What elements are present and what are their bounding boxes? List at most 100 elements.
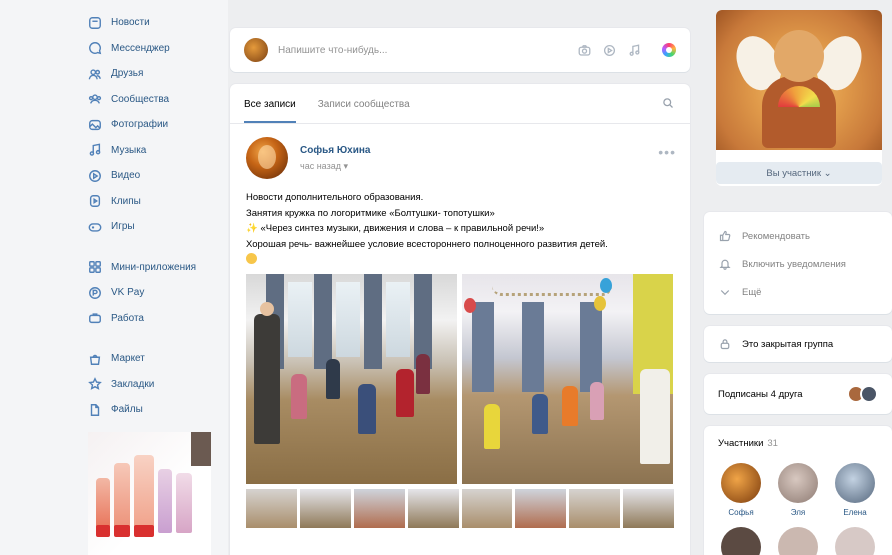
avatar [778, 463, 818, 503]
members-row [718, 527, 878, 555]
sidebar-item-bookmarks[interactable]: Закладки [88, 372, 223, 398]
stories-ring-icon[interactable] [662, 43, 676, 57]
friends-avatars [847, 385, 878, 403]
sidebar-item-video[interactable]: Видео [88, 163, 223, 189]
friends-subscribed[interactable]: Подписаны 4 друга [704, 374, 892, 414]
photo-thumbnail[interactable] [246, 488, 297, 528]
user-avatar[interactable] [244, 38, 268, 62]
group-cover-image[interactable] [716, 10, 882, 150]
sidebar-item-vk-pay[interactable]: VK Pay [88, 280, 223, 306]
sidebar-item-label: Мини-приложения [111, 261, 197, 273]
member-name: Эля [790, 508, 806, 517]
photo-detail [492, 286, 612, 296]
sidebar-item-work[interactable]: Работа [88, 306, 223, 332]
ad-product-image [134, 455, 154, 533]
search-icon[interactable] [662, 97, 674, 112]
member-item[interactable]: Елена [832, 463, 878, 517]
sidebar-item-clips[interactable]: Клипы [88, 189, 223, 215]
sidebar-item-label: Фотографии [111, 119, 169, 131]
post-composer: Напишите что-нибудь... [230, 28, 690, 72]
avatar[interactable] [778, 527, 818, 555]
sidebar-item-friends[interactable]: Друзья [88, 61, 223, 87]
group-actions: Рекомендовать Включить уведомления Ещё [704, 212, 892, 314]
sidebar-item-music[interactable]: Музыка [88, 138, 223, 164]
sidebar-item-label: Маркет [111, 353, 145, 365]
photo-thumbnails [246, 488, 674, 528]
photo-detail [464, 297, 476, 313]
sidebar-item-news[interactable]: Новости [88, 10, 223, 36]
photo-thumbnail[interactable] [299, 488, 351, 528]
sidebar-item-label: Клипы [111, 195, 141, 207]
sidebar-item-games[interactable]: Игры [88, 214, 223, 240]
ad-product-cap [96, 525, 110, 537]
avatar [860, 385, 878, 403]
work-icon [88, 311, 102, 325]
camera-icon[interactable] [577, 43, 591, 57]
photo-thumbnail[interactable] [515, 488, 567, 528]
photo-thumbnail[interactable] [353, 488, 405, 528]
members-row: Софья Эля Елена [718, 463, 878, 517]
wall-post: Софья Юхина час назад ▾ ••• Новости допо… [230, 124, 690, 528]
avatar [721, 463, 761, 503]
friends-subscribed-label: Подписаны 4 друга [718, 388, 803, 400]
lock-icon [718, 338, 732, 350]
avatar[interactable] [721, 527, 761, 555]
games-icon [88, 220, 102, 234]
post-text-line: «Через синтез музыки, движения и слова –… [260, 223, 545, 234]
sidebar-item-label: Игры [111, 221, 135, 233]
music-icon[interactable] [627, 43, 641, 57]
members-title: Участники [718, 438, 764, 449]
notifications-action[interactable]: Включить уведомления [718, 250, 878, 278]
ad-product-image [114, 463, 130, 533]
member-name: Елена [843, 508, 867, 517]
photo-thumbnail[interactable] [623, 488, 674, 528]
sidebar-item-label: Файлы [111, 404, 143, 416]
chevron-down-icon [718, 286, 732, 298]
member-status-button[interactable]: Вы участник ⌄ [716, 162, 882, 184]
sidebar-item-market[interactable]: Маркет [88, 346, 223, 372]
member-item[interactable]: Эля [775, 463, 821, 517]
photo-person [254, 313, 280, 444]
members-header[interactable]: Участники 31 [718, 438, 878, 449]
ad-product-image [176, 473, 192, 533]
avatar[interactable] [835, 527, 875, 555]
members-block: Участники 31 Софья Эля Елена [704, 426, 892, 555]
tab-community-posts[interactable]: Записи сообщества [318, 99, 410, 123]
tab-all-posts[interactable]: Все записи [244, 99, 296, 123]
post-time[interactable]: час назад ▾ [300, 161, 370, 172]
bookmarks-icon [88, 377, 102, 391]
post-photo[interactable] [246, 273, 457, 484]
composer-input[interactable]: Напишите что-нибудь... [278, 45, 577, 56]
photo-person [260, 301, 274, 316]
photo-person [562, 385, 578, 426]
sidebar-item-photos[interactable]: Фотографии [88, 112, 223, 138]
member-item[interactable]: Софья [718, 463, 764, 517]
photo-thumbnail[interactable] [461, 488, 513, 528]
video-icon[interactable] [602, 43, 616, 57]
post-author[interactable]: Софья Юхина [300, 145, 370, 156]
sidebar-item-label: Мессенджер [111, 42, 170, 54]
sidebar-item-messenger[interactable]: Мессенджер [88, 36, 223, 62]
sidebar-item-communities[interactable]: Сообщества [88, 87, 223, 113]
sidebar-item-mini-apps[interactable]: Мини-приложения [88, 255, 223, 281]
action-label: Рекомендовать [742, 230, 810, 242]
photo-thumbnail[interactable] [569, 488, 621, 528]
ad-product-image [158, 469, 172, 533]
more-options-icon[interactable]: ••• [658, 144, 676, 160]
more-action[interactable]: Ещё [718, 278, 878, 306]
photo-thumbnail[interactable] [407, 488, 459, 528]
photo-detail [600, 277, 612, 293]
recommend-action[interactable]: Рекомендовать [718, 222, 878, 250]
sidebar-item-files[interactable]: Файлы [88, 397, 223, 423]
news-icon [88, 16, 102, 30]
avatar [835, 463, 875, 503]
sidebar-item-label: Друзья [111, 68, 144, 80]
post-photo[interactable] [462, 273, 673, 484]
author-avatar[interactable] [246, 137, 288, 179]
photos-icon [88, 118, 102, 132]
post-text-line: Занятия кружка по логоритмике «Болтушки-… [246, 207, 495, 219]
advertisement-banner[interactable] [88, 432, 211, 555]
closed-group-info: Это закрытая группа [704, 326, 892, 362]
like-icon [718, 230, 732, 242]
files-icon [88, 403, 102, 417]
